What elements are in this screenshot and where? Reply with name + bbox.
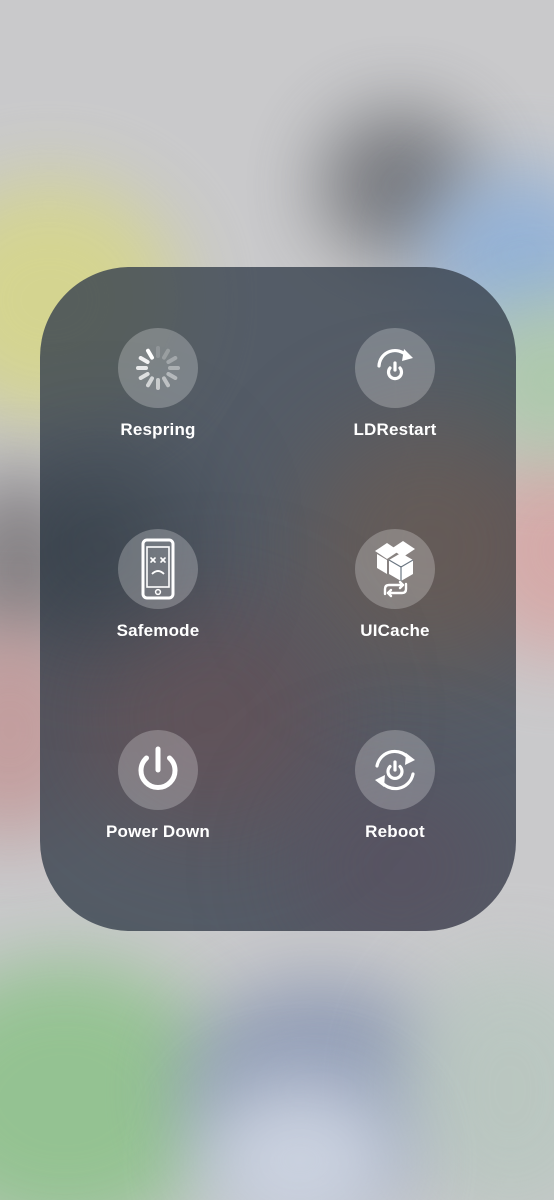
reboot-icon-circle (355, 730, 435, 810)
respring-button[interactable]: Respring (73, 328, 243, 478)
reboot-icon (375, 749, 415, 791)
power-icon (138, 746, 178, 791)
power-down-icon-circle (118, 730, 198, 810)
sad-phone-icon (141, 538, 175, 600)
power-down-button[interactable]: Power Down (73, 730, 243, 880)
safemode-button[interactable]: Safemode (73, 529, 243, 679)
uicache-icon-circle (355, 529, 435, 609)
safemode-label: Safemode (116, 621, 200, 640)
ldrestart-icon-circle (355, 328, 435, 408)
respring-label: Respring (120, 420, 196, 439)
uicache-button[interactable]: UICache (310, 529, 480, 679)
ldrestart-button[interactable]: LDRestart (310, 328, 480, 478)
box-refresh-icon (375, 541, 415, 598)
uicache-label: UICache (360, 621, 430, 640)
safemode-icon-circle (118, 529, 198, 609)
spinner-icon (136, 346, 180, 390)
power-down-label: Power Down (105, 822, 210, 841)
reboot-button[interactable]: Reboot (310, 730, 480, 880)
reboot-label: Reboot (365, 822, 425, 841)
respring-icon-circle (118, 328, 198, 408)
ldrestart-label: LDRestart (353, 420, 437, 439)
power-menu-panel: Respring LDRestart Safemode UICache Powe… (40, 267, 516, 931)
restart-icon (377, 348, 413, 381)
